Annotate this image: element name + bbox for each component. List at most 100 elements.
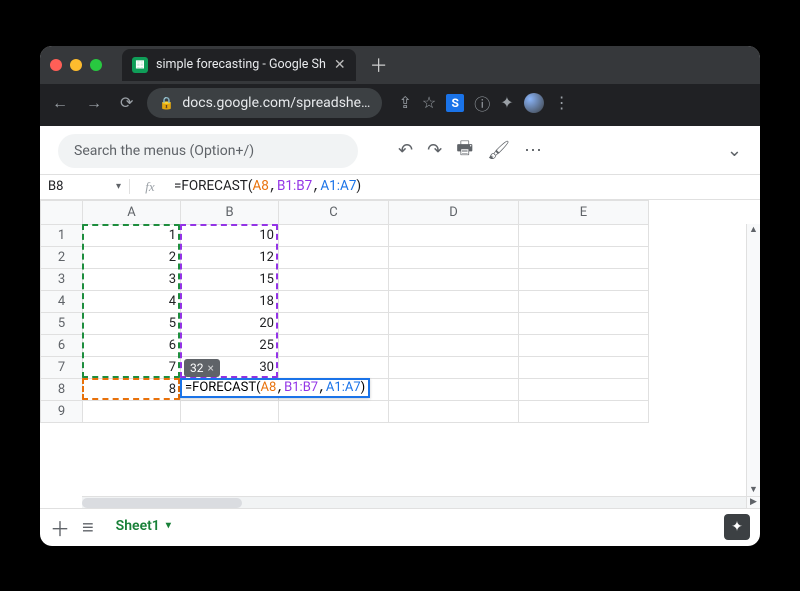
cell[interactable] (389, 378, 519, 400)
cell[interactable] (389, 312, 519, 334)
add-sheet-button[interactable]: ＋ (50, 513, 70, 542)
cell[interactable] (519, 246, 649, 268)
row-header[interactable]: 7 (41, 356, 83, 378)
extensions-puzzle-icon[interactable]: ✦ (500, 93, 513, 112)
row-header[interactable]: 8 (41, 378, 83, 400)
cell[interactable] (519, 224, 649, 246)
redo-button[interactable]: ↷ (427, 140, 442, 161)
scroll-right-icon[interactable]: ▶ (746, 496, 760, 508)
all-sheets-button[interactable]: ≡ (82, 515, 94, 540)
info-icon[interactable]: ⓘ (474, 91, 490, 115)
forward-button[interactable]: → (82, 91, 106, 115)
row-header[interactable]: 4 (41, 290, 83, 312)
explore-button[interactable]: ✦ (724, 514, 750, 540)
row-header[interactable]: 2 (41, 246, 83, 268)
row-header[interactable]: 1 (41, 224, 83, 246)
scroll-up-icon[interactable]: ▲ (749, 224, 758, 236)
cell[interactable]: 4 (83, 290, 181, 312)
cell[interactable]: 2 (83, 246, 181, 268)
undo-button[interactable]: ↶ (398, 140, 413, 161)
cell[interactable] (389, 356, 519, 378)
extension-icon[interactable]: S (446, 94, 464, 112)
cell[interactable] (519, 268, 649, 290)
kebab-menu-icon[interactable]: ⋮ (554, 93, 570, 112)
cell[interactable] (279, 334, 389, 356)
cell[interactable]: 1 (83, 224, 181, 246)
cell[interactable] (389, 246, 519, 268)
cell[interactable] (389, 224, 519, 246)
browser-tab[interactable]: ▦ simple forecasting - Google Sh ✕ (122, 49, 356, 81)
cell[interactable] (389, 268, 519, 290)
formula-input[interactable]: =FORECAST(A8,B1:B7,A1:A7) (170, 178, 760, 195)
cell[interactable] (519, 356, 649, 378)
cell[interactable]: 18 (181, 290, 279, 312)
row-header[interactable]: 3 (41, 268, 83, 290)
star-icon[interactable]: ☆ (422, 93, 436, 112)
cell[interactable]: 3 (83, 268, 181, 290)
row-header[interactable]: 5 (41, 312, 83, 334)
cell[interactable] (389, 290, 519, 312)
maximize-window-button[interactable] (90, 59, 102, 71)
row-header[interactable]: 9 (41, 400, 83, 422)
horizontal-scrollbar[interactable] (82, 496, 746, 508)
col-header[interactable]: C (279, 200, 389, 224)
cell[interactable] (279, 290, 389, 312)
cell[interactable] (279, 268, 389, 290)
select-all-corner[interactable] (41, 200, 83, 224)
sheet-tab[interactable]: Sheet1 ▾ (106, 512, 181, 543)
cell[interactable]: 12 (181, 246, 279, 268)
cell[interactable] (279, 312, 389, 334)
close-tab-icon[interactable]: ✕ (334, 57, 346, 73)
cell[interactable] (181, 400, 279, 422)
paint-format-button[interactable]: 🖌 (487, 140, 510, 161)
name-box[interactable]: B8 ▾ (40, 179, 130, 194)
spreadsheet-grid[interactable]: A B C D E 1110 2212 3315 4418 5520 6625 … (40, 200, 760, 508)
col-header[interactable]: B (181, 200, 279, 224)
cell[interactable] (279, 356, 389, 378)
cell[interactable] (279, 400, 389, 422)
col-header[interactable]: E (519, 200, 649, 224)
cell[interactable] (519, 378, 649, 400)
collapse-toolbar-button[interactable]: ⌄ (727, 140, 742, 161)
profile-avatar[interactable] (524, 93, 544, 113)
cell[interactable] (389, 334, 519, 356)
col-header[interactable]: D (389, 200, 519, 224)
reload-button[interactable]: ⟳ (116, 91, 137, 114)
cell[interactable] (519, 400, 649, 422)
cell[interactable]: 25 (181, 334, 279, 356)
tab-strip: ▦ simple forecasting - Google Sh ✕ ＋ (40, 46, 760, 84)
cell[interactable] (279, 246, 389, 268)
back-button[interactable]: ← (48, 91, 72, 115)
more-toolbar-button[interactable]: ⋯ (524, 140, 544, 161)
scrollbar-thumb[interactable] (82, 498, 242, 508)
name-box-dropdown-icon[interactable]: ▾ (116, 181, 121, 192)
new-tab-button[interactable]: ＋ (364, 52, 394, 78)
cell[interactable] (83, 400, 181, 422)
cell[interactable] (519, 334, 649, 356)
row-header[interactable]: 6 (41, 334, 83, 356)
cell[interactable] (519, 290, 649, 312)
address-bar[interactable]: 🔒 docs.google.com/spreadshe… (147, 88, 382, 118)
cell[interactable]: 20 (181, 312, 279, 334)
cell[interactable] (519, 312, 649, 334)
hint-close-icon[interactable]: × (208, 361, 214, 375)
cell[interactable]: 10 (181, 224, 279, 246)
cell[interactable]: 7 (83, 356, 181, 378)
cell[interactable]: 6 (83, 334, 181, 356)
active-cell-editor[interactable]: =FORECAST(A8,B1:B7,A1:A7) (180, 378, 370, 398)
cell[interactable]: 15 (181, 268, 279, 290)
scroll-down-icon[interactable]: ▼ (749, 484, 758, 496)
cell[interactable]: 5 (83, 312, 181, 334)
print-button[interactable]: 🖶 (456, 136, 473, 166)
cell[interactable] (279, 224, 389, 246)
close-window-button[interactable] (50, 59, 62, 71)
cell[interactable]: 8 (83, 378, 181, 400)
vertical-scrollbar[interactable]: ▲ ▼ (746, 224, 760, 496)
col-header[interactable]: A (83, 200, 181, 224)
fx-label: fx (130, 179, 170, 195)
sheet-tab-menu-icon[interactable]: ▾ (166, 520, 171, 531)
menu-search[interactable]: Search the menus (Option+/) (58, 134, 358, 168)
share-icon[interactable]: ⇪ (398, 93, 411, 112)
minimize-window-button[interactable] (70, 59, 82, 71)
cell[interactable] (389, 400, 519, 422)
